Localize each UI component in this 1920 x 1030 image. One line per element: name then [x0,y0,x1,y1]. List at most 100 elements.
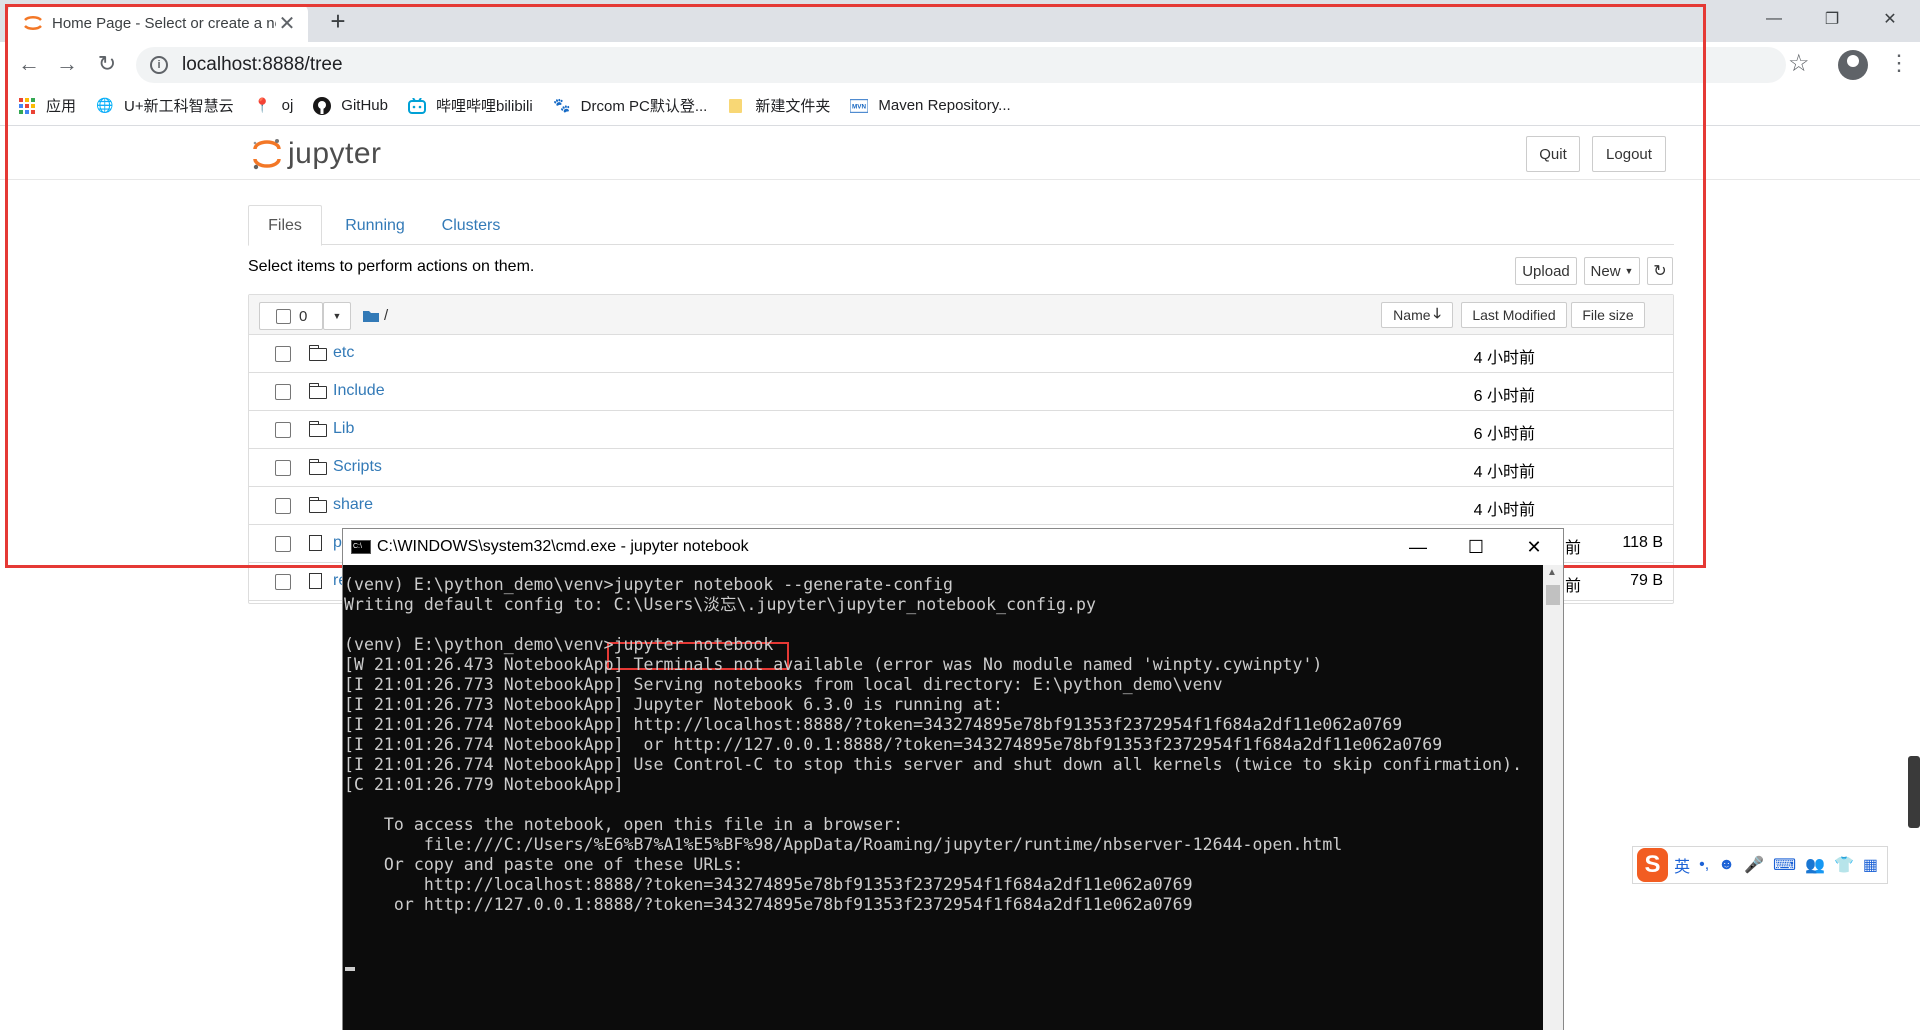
bookmark-apps[interactable]: 应用 [18,95,76,116]
bookmark-drcom[interactable]: 🐾 Drcom PC默认登... [552,95,708,116]
refresh-icon[interactable]: ↻ [1647,257,1673,285]
sogou-logo-icon[interactable]: S [1637,848,1669,882]
bookmark-star-icon[interactable]: ☆ [1788,49,1810,78]
site-info-icon[interactable]: i [150,56,168,74]
close-window-button[interactable]: ✕ [1861,0,1919,38]
new-dropdown-button[interactable]: New ▼ [1584,257,1640,285]
file-name-link[interactable]: Include [333,382,385,400]
ime-skin-icon[interactable]: 👕 [1834,855,1854,875]
logout-button[interactable]: Logout [1592,136,1666,172]
tab-close-icon[interactable]: ✕ [276,11,298,36]
table-row[interactable]: Include 6 小时前 [249,373,1673,411]
select-all-checkbox[interactable] [276,308,291,324]
table-row[interactable]: Lib 6 小时前 [249,411,1673,449]
bookmark-github[interactable]: GitHub [313,96,388,115]
row-checkbox[interactable] [275,498,291,514]
bookmark-maven[interactable]: MVN Maven Repository... [850,97,1011,115]
jupyter-header: jupyter Quit Logout [0,127,1920,180]
jupyter-logo[interactable]: jupyter [252,137,382,171]
row-checkbox[interactable] [275,460,291,476]
svg-text:MVN: MVN [852,103,866,110]
bookmark-new-folder[interactable]: 新建文件夹 [727,95,830,116]
cmd-close-button[interactable]: ✕ [1505,529,1563,565]
jupyter-logo-icon [253,139,281,170]
cmd-console[interactable]: (venv) E:\python_demo\venv>jupyter noteb… [343,565,1543,1030]
ime-voice-icon[interactable]: 🎤 [1744,855,1764,875]
ime-user-icon[interactable]: 👥 [1805,855,1825,875]
console-line: (venv) E:\python_demo\venv>jupyter noteb… [344,575,954,594]
scroll-thumb[interactable] [1546,585,1560,605]
row-checkbox[interactable] [275,384,291,400]
file-name-link[interactable]: etc [333,344,354,362]
file-name-link[interactable]: Lib [333,420,354,438]
row-checkbox[interactable] [275,346,291,362]
browser-menu-icon[interactable]: ⋮ [1888,50,1910,76]
profile-avatar-icon[interactable] [1838,50,1868,80]
back-arrow-icon[interactable]: ← [14,50,44,80]
address-url[interactable]: localhost:8888/tree [182,54,343,76]
select-all-control[interactable]: 0 [259,302,323,330]
caret-down-icon: ▼ [1624,266,1634,276]
cmd-scrollbar[interactable]: ▲ [1543,565,1563,1030]
cmd-minimize-button[interactable]: — [1389,529,1447,565]
console-line: [I 21:01:26.774 NotebookApp] http://loca… [344,715,1403,734]
ime-toolbox-icon[interactable]: ▦ [1863,855,1878,875]
ime-emoji-icon[interactable]: ☻ [1718,856,1735,874]
table-row[interactable]: etc 4 小时前 [249,335,1673,373]
upload-button[interactable]: Upload [1515,257,1577,285]
file-icon [309,535,322,551]
quit-button[interactable]: Quit [1526,136,1580,172]
file-name-link[interactable]: share [333,496,373,514]
selection-dropdown-button[interactable]: ▼ [323,302,351,330]
table-row[interactable]: Scripts 4 小时前 [249,449,1673,487]
cmd-maximize-button[interactable]: ☐ [1447,529,1505,565]
row-checkbox[interactable] [275,422,291,438]
browser-toolbar: ← → ↻ i localhost:8888/tree ☆ ⋮ [0,42,1920,86]
console-line: http://localhost:8888/?token=343274895e7… [344,875,1193,894]
bookmark-oj[interactable]: 📍 oj [254,97,294,115]
ime-punctuation-toggle[interactable]: •, [1699,856,1709,874]
side-widget[interactable] [1908,756,1920,828]
console-line: [I 21:01:26.773 NotebookApp] Jupyter Not… [344,695,1003,714]
file-modified: 6 小时前 [1473,426,1535,443]
console-line: (venv) E:\python_demo\venv>jupyter noteb… [344,635,774,654]
ime-language-toggle[interactable]: 英 [1674,853,1690,877]
folder-icon [308,459,327,475]
tab-running[interactable]: Running [328,205,422,246]
new-tab-button[interactable]: + [322,6,354,38]
console-line: [W 21:01:26.473 NotebookApp] Terminals n… [344,655,1323,674]
console-line: [I 21:01:26.774 NotebookApp] or http://1… [344,735,1443,754]
restore-button[interactable]: ❐ [1803,0,1861,38]
ime-toolbar[interactable]: S 英 •, ☻ 🎤 ⌨ 👥 👕 ▦ [1632,846,1888,884]
table-row[interactable]: share 4 小时前 [249,487,1673,525]
cmd-titlebar[interactable]: C:\ C:\WINDOWS\system32\cmd.exe - jupyte… [343,529,1563,565]
jupyter-tabs: Files Running Clusters [248,205,1674,246]
bookmark-label: 哔哩哔哩bilibili [435,98,533,115]
selection-hint: Select items to perform actions on them. [248,258,535,275]
tab-files[interactable]: Files [248,205,322,246]
console-line: file:///C:/Users/%E6%B7%A1%E5%BF%98/AppD… [344,835,1343,854]
ime-keyboard-icon[interactable]: ⌨ [1773,855,1796,875]
row-checkbox[interactable] [275,574,291,590]
file-name-link[interactable]: p [333,534,342,552]
bookmark-label: oj [281,97,294,114]
sort-by-size-button[interactable]: File size [1571,302,1645,328]
tab-clusters[interactable]: Clusters [426,205,516,246]
scroll-up-icon[interactable]: ▲ [1547,567,1557,578]
sort-by-modified-button[interactable]: Last Modified [1461,302,1567,328]
sort-by-name-button[interactable]: Name 🡓 [1381,302,1453,328]
row-checkbox[interactable] [275,536,291,552]
bookmark-label: Drcom PC默认登... [580,98,708,115]
file-list-header: 0 ▼ / Name 🡓 Last Modified File size [249,295,1673,335]
breadcrumb[interactable]: / [363,307,388,324]
forward-arrow-icon[interactable]: → [52,50,82,80]
file-name-link[interactable]: Scripts [333,458,382,476]
bookmark-bilibili[interactable]: 哔哩哔哩bilibili [407,95,533,116]
address-bar[interactable]: i localhost:8888/tree [136,47,1786,83]
minimize-button[interactable]: — [1745,0,1803,38]
paw-icon: 🐾 [552,97,571,113]
bookmark-uplus[interactable]: 🌐 U+新工科智慧云 [96,95,233,116]
reload-icon[interactable]: ↻ [92,50,122,80]
file-modified: 4 小时前 [1473,350,1535,367]
browser-tab[interactable]: Home Page - Select or create a notebook … [8,4,308,42]
